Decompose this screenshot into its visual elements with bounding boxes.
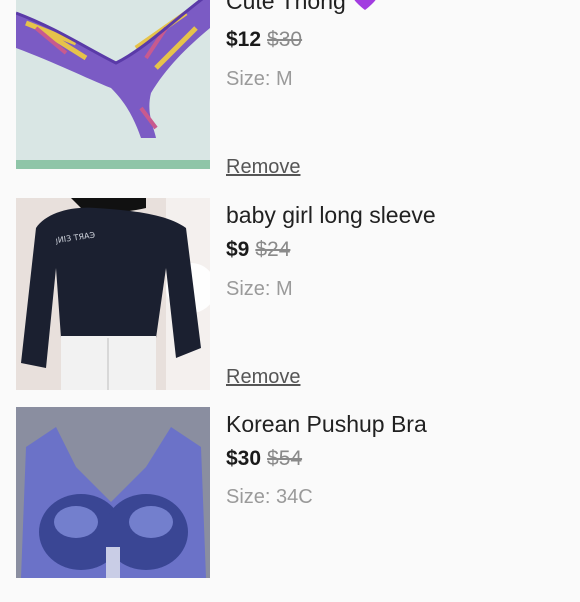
item-size: Size: M <box>226 278 293 300</box>
remove-button[interactable]: Remove <box>226 366 300 389</box>
sale-price: $30 <box>226 447 262 470</box>
item-title[interactable]: Korean Pushup Bra <box>226 411 427 438</box>
product-image-thong[interactable] <box>16 0 210 169</box>
price-row: $9 $24 <box>226 238 290 262</box>
purple-heart-icon <box>352 0 378 18</box>
item-size: Size: 34C <box>226 486 313 508</box>
sale-price: $9 <box>226 238 250 261</box>
item-size: Size: M <box>226 68 293 90</box>
cart-item: Cute Thong $12 $30 Size: M Remove <box>0 0 580 183</box>
cart-item: ȷИIЗ TЯAЭ baby girl long sleeve $9 $24 Si… <box>0 198 580 393</box>
item-title[interactable]: baby girl long sleeve <box>226 202 436 229</box>
sale-price: $12 <box>226 28 262 51</box>
remove-button[interactable]: Remove <box>226 156 300 179</box>
thong-photo <box>16 0 210 169</box>
long-sleeve-photo: ȷИIЗ TЯAЭ <box>16 198 210 390</box>
item-title[interactable]: Cute Thong <box>226 0 346 14</box>
bra-photo <box>16 407 210 578</box>
original-price: $24 <box>255 238 291 261</box>
price-row: $30 $54 <box>226 447 302 471</box>
original-price: $30 <box>267 28 303 51</box>
cart-item: Korean Pushup Bra $30 $54 Size: 34C <box>0 407 580 602</box>
product-image-bra[interactable] <box>16 407 210 578</box>
original-price: $54 <box>267 447 303 470</box>
price-row: $12 $30 <box>226 28 302 52</box>
product-image-long-sleeve[interactable]: ȷИIЗ TЯAЭ <box>16 198 210 390</box>
